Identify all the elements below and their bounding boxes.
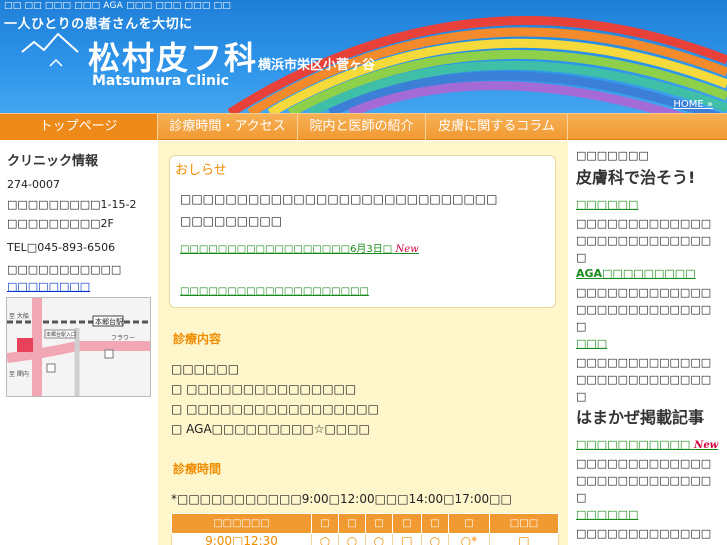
home-link[interactable]: HOME » [673,99,713,110]
hamakaze-text-1: □□□□□□□□□□□□□□□□□□□□□□□□□□□ [576,457,712,504]
hours-cell: □ [391,533,422,545]
nav-item-clinic-doctor[interactable]: 院内と医師の紹介 [298,114,426,140]
hours-cell-time: 9:00□12:30 [171,533,312,545]
right-sidebar: □□□□□□□ 皮膚科で治そう! □□□□□□ □□□□□□□□□□□□□□□□… [568,141,727,545]
nav-item-hours-access[interactable]: 診療時間・アクセス [158,114,298,140]
map-shop-label: フラワー [111,335,135,342]
address-line-1: □□□□□□□□□1-15-2 [7,198,137,211]
hours-cell: ○ [420,533,449,545]
notice-text-2: □□□□□□□□□ [180,214,283,228]
hours-table-header-row: □□□□□□ □ □ □ □ □ □ □□□ [171,513,560,534]
nav-item-top[interactable]: トップページ [0,114,158,140]
address-line-2: □□□□□□□□□2F [7,217,114,230]
clinic-location: 横浜市栄区小菅ヶ谷 [258,58,376,73]
right-link-aga[interactable]: AGA□□□□□□□□□ [576,267,696,280]
hamakaze-text-2: □□□□□□□□□□□□□□□□□ [576,527,712,545]
access-map[interactable]: 本郷台駅 至 大船 本郷台駅入口 至 関内 フラワー [6,297,151,397]
hours-header-sun: □□□ [488,513,560,534]
right-link-1[interactable]: □□□□□□ [576,198,638,211]
nav-item-skin-column[interactable]: 皮膚に関するコラム [426,114,568,140]
treatment-line-4: □ AGA□□□□□□□□□☆□□□□ [171,422,370,436]
main-nav: トップページ 診療時間・アクセス 院内と医師の紹介 皮膚に関するコラム [0,113,727,140]
right-headline: 皮膚科で治そう! [576,168,696,187]
notice-title: おしらせ [175,163,227,178]
hours-title: 診療時間 [173,462,222,476]
right-text-2: □□□□□□□□□□□□□□□□□□□□□□□□□□□ [576,286,712,333]
map-link[interactable]: □□□□□□□□ [7,280,90,293]
right-intro: □□□□□□□ [576,149,649,162]
notice-link-2[interactable]: □□□□□□□□□□□□□□□□□□□□ [180,286,369,297]
hamakaze-section-title: はまかぜ掲載記事 [576,408,705,427]
new-badge: New [395,244,419,255]
mountain-logo-icon [21,32,79,67]
hours-header-tue: □ [337,513,366,534]
new-badge: New [694,440,719,451]
phone-number: TEL□045-893-6506 [7,241,116,254]
notice-link-1[interactable]: □□□□□□□□□□□□□□□□□□6月3日□ New [180,240,419,255]
hours-header-thu: □ [391,513,422,534]
hours-cell: ○ [311,533,339,545]
left-sidebar: クリニック情報 274-0007 □□□□□□□□□1-15-2 □□□□□□□… [0,141,158,545]
treatment-line-3: □ □□□□□□□□□□□□□□□□□ [171,402,379,416]
notice-box: おしらせ □□□□□□□□□□□□□□□□□□□□□□□□□□□□ □□□□□□… [169,155,556,308]
notice-text-1: □□□□□□□□□□□□□□□□□□□□□□□□□□□□ [180,192,498,206]
hours-cell: ○ [337,533,366,545]
map-direction-label-2: 至 関内 [9,370,29,378]
right-link-3[interactable]: □□□ [576,337,607,350]
clinic-name-roman: Matsumura Clinic [92,73,230,89]
main-content: おしらせ □□□□□□□□□□□□□□□□□□□□□□□□□□□□ □□□□□□… [158,141,568,545]
hours-header-fri: □ [420,513,449,534]
right-text-3: □□□□□□□□□□□□□□□□□□□□□□□□□□□ [576,356,712,403]
map-graphic: 本郷台駅 至 大船 本郷台駅入口 至 関内 フラワー [7,298,150,396]
hamakaze-link-1[interactable]: □□□□□□□□□□□ New [576,438,718,451]
hours-cell: ○ [364,533,393,545]
clinic-note: □□□□□□□□□□□ [7,263,122,276]
notice-link-1-text[interactable]: □□□□□□□□□□□□□□□□□□6月3日□ [180,244,392,255]
header-tagline-small: □□ □□ □□□ □□□ AGA □□□ □□□ □□□ □□ [4,1,231,11]
hours-cell: □ [488,533,560,545]
table-row: 9:00□12:30 ○ ○ ○ □ ○ ○* □ [171,533,560,545]
hours-header-wed: □ [364,513,393,534]
hours-note: *□□□□□□□□□□□9:00□12:00□□□14:00□17:00□□ [171,492,512,506]
clinic-info-title: クリニック情報 [7,154,99,169]
treatment-line-2: □ □□□□□□□□□□□□□□□ [171,382,357,396]
hours-table: □□□□□□ □ □ □ □ □ □ □□□ 9:00□12:30 ○ ○ ○ … [171,513,560,545]
hours-cell: ○* [447,533,490,545]
hours-header-sat: □ [447,513,490,534]
treatment-title: 診療内容 [173,332,222,346]
right-text-1: □□□□□□□□□□□□□□□□□□□□□□□□□□□ [576,217,712,264]
hamakaze-link-1-text[interactable]: □□□□□□□□□□□ [576,438,690,451]
hamakaze-link-2[interactable]: □□□□□□ [576,508,638,521]
treatment-line-1: □□□□□□ [171,362,240,376]
map-intersection-label: 本郷台駅入口 [46,331,76,338]
hours-header-time: □□□□□□ [171,513,312,534]
map-direction-label: 至 大船 [9,312,29,320]
map-station-label: 本郷台駅 [95,317,123,326]
hours-header-mon: □ [311,513,339,534]
site-header: □□ □□ □□□ □□□ AGA □□□ □□□ □□□ □□ 一人ひとりの患… [0,0,727,113]
postal-code: 274-0007 [7,178,60,191]
